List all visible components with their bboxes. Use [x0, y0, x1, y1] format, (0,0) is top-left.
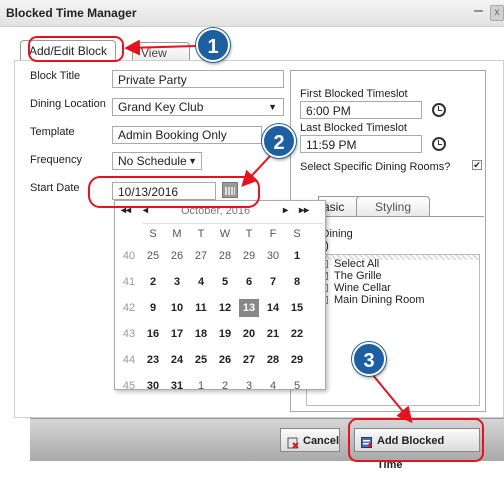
callout-badge-2: 2: [262, 124, 296, 158]
arrow-1: [124, 39, 197, 56]
callout-badge-3: 3: [352, 342, 386, 376]
arrow-3: [371, 373, 413, 424]
callout-badge-1: 1: [196, 28, 230, 62]
annotation-arrows: [124, 39, 413, 424]
arrow-2: [241, 155, 271, 187]
